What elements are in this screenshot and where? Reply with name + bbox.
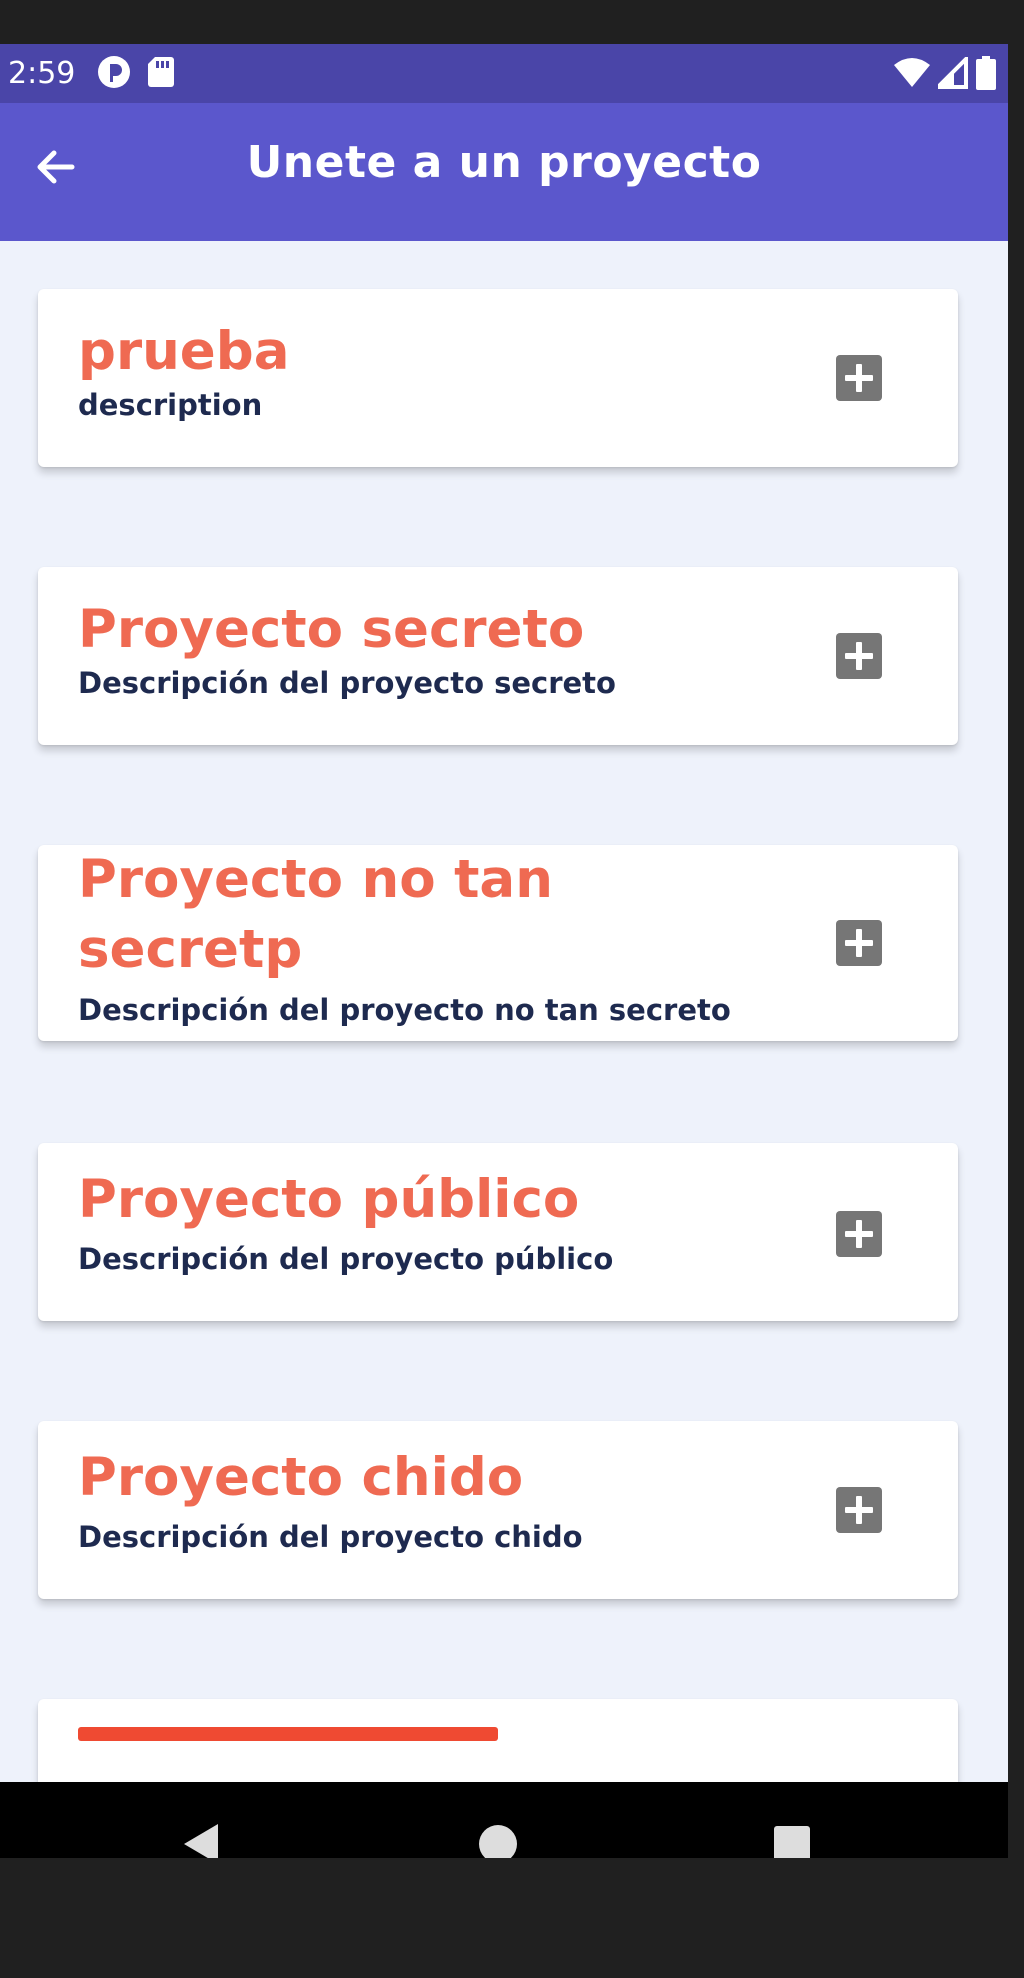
battery-icon [976,56,996,94]
partial-title-fragment [78,1727,498,1741]
project-title: Proyecto secreto [78,599,585,660]
project-title: Proyecto no tan secretp [78,849,553,980]
recents-square-icon [774,1826,810,1858]
project-description: Descripción del proyecto público [78,1242,614,1276]
add-project-button[interactable] [836,920,882,966]
project-title: prueba [78,321,290,382]
add-project-button[interactable] [836,355,882,401]
project-description: Descripción del proyecto no tan secreto [78,993,731,1027]
project-title: Proyecto público [78,1169,580,1230]
status-time: 2:59 [8,56,76,91]
project-card-secreto[interactable]: Proyecto secreto Descripción del proyect… [38,567,958,745]
wifi-icon [894,57,930,93]
project-card-chido[interactable]: Proyecto chido Descripción del proyecto … [38,1421,958,1599]
add-project-button[interactable] [836,1487,882,1533]
project-description: Descripción del proyecto chido [78,1520,583,1554]
project-card-publico[interactable]: Proyecto público Descripción del proyect… [38,1143,958,1321]
project-card-prueba[interactable]: prueba description [38,289,958,467]
system-nav-bar [0,1782,1008,1858]
phone-screen: 2:59 Unete a un proyecto prueba descript… [0,44,1008,1858]
project-card-no-tan-secreto[interactable]: Proyecto no tan secretp Descripción del … [38,845,958,1041]
add-project-button[interactable] [836,1211,882,1257]
status-right [894,54,996,94]
nav-home-button[interactable] [476,1822,520,1858]
project-description: description [78,388,263,422]
app-bar: Unete a un proyecto [0,103,1008,241]
page-title: Unete a un proyecto [246,137,762,188]
sd-card-icon [147,56,175,92]
signal-icon [933,54,968,93]
nav-recents-button[interactable] [770,1822,814,1858]
project-description: Descripción del proyecto secreto [78,666,616,700]
back-triangle-icon [184,1824,218,1858]
add-project-button[interactable] [836,633,882,679]
home-circle-icon [479,1825,517,1858]
nav-back-button[interactable] [180,1822,224,1858]
p-circle-icon [97,55,131,93]
status-bar: 2:59 [0,44,1008,103]
project-card-partial[interactable] [38,1699,958,1782]
project-list: prueba description Proyecto secreto Desc… [0,241,1008,1782]
project-title: Proyecto chido [78,1447,524,1508]
